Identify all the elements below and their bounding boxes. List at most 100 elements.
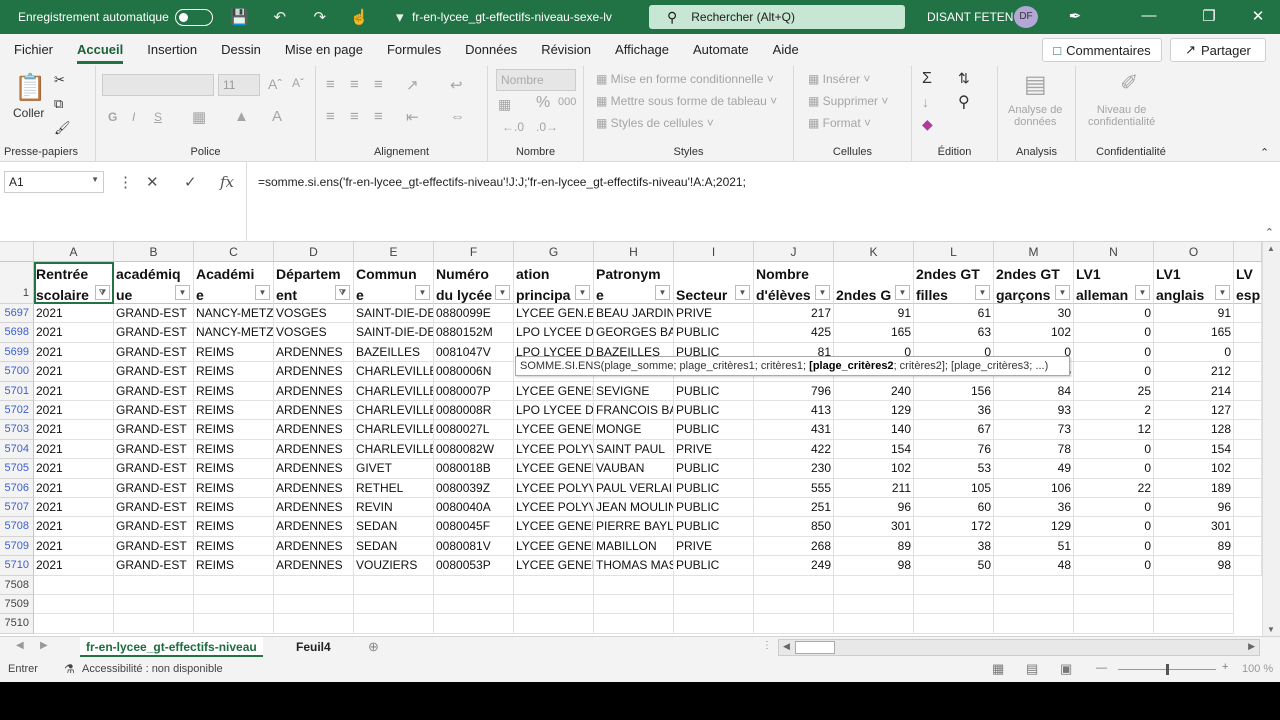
cell-l[interactable]: 172 (914, 517, 994, 537)
sensitivity-icon[interactable]: ✐ (1120, 70, 1138, 96)
cell-l[interactable]: 53 (914, 459, 994, 479)
cell-i[interactable]: PUBLIC (674, 478, 754, 498)
cell-n[interactable]: 12 (1074, 420, 1154, 440)
header-cell-h[interactable]: Patronym e ▼ (594, 262, 674, 304)
empty-cell[interactable] (354, 595, 434, 615)
cell-a[interactable]: 2021 (34, 459, 114, 479)
cell-b[interactable]: GRAND-EST (114, 323, 194, 343)
row-header[interactable]: 5709 (0, 536, 34, 557)
empty-cell[interactable] (674, 595, 754, 615)
cell-l[interactable]: 36 (914, 401, 994, 421)
cell-b[interactable]: GRAND-EST (114, 536, 194, 557)
cell-f[interactable]: 0080006N (434, 362, 514, 382)
cell-b[interactable]: GRAND-EST (114, 342, 194, 363)
empty-cell[interactable] (834, 595, 914, 615)
tab-insertion[interactable]: Insertion (135, 34, 209, 66)
header-cell-c[interactable]: Académi e ▼ (194, 262, 274, 304)
empty-cell[interactable] (674, 575, 754, 595)
page-layout-icon[interactable]: ▤ (1026, 661, 1038, 677)
cell-o[interactable]: 98 (1154, 556, 1234, 576)
cell-c[interactable]: REIMS (194, 459, 274, 479)
cell-a[interactable]: 2021 (34, 517, 114, 537)
cell-c[interactable]: REIMS (194, 342, 274, 363)
empty-cell[interactable] (594, 595, 674, 615)
cell-partial[interactable] (1234, 556, 1262, 576)
cell-partial[interactable] (1234, 401, 1262, 421)
empty-cell[interactable] (114, 614, 194, 634)
save-icon[interactable]: 💾 (227, 8, 253, 26)
cell-f[interactable]: 0080039Z (434, 478, 514, 498)
column-header-e[interactable]: E (354, 242, 434, 262)
empty-cell[interactable] (434, 595, 514, 615)
tab-affichage[interactable]: Affichage (603, 34, 681, 66)
empty-cell[interactable] (34, 614, 114, 634)
header-cell-m[interactable]: 2ndes GT garçons ▼ (994, 262, 1074, 304)
column-header-k[interactable]: K (834, 242, 914, 262)
empty-cell[interactable] (514, 595, 594, 615)
row-header[interactable]: 7509 (0, 595, 34, 615)
document-title[interactable]: fr-en-lycee_gt-effectifs-niveau-sexe-lv (412, 10, 612, 24)
empty-cell[interactable] (114, 575, 194, 595)
next-sheet-icon[interactable]: ▶ (40, 640, 48, 651)
cell-l[interactable]: 156 (914, 381, 994, 401)
cell-c[interactable]: REIMS (194, 556, 274, 576)
filter-dropdown-icon[interactable]: ▼ (1215, 285, 1230, 300)
cell-l[interactable]: 67 (914, 420, 994, 440)
cell-j[interactable]: 217 (754, 304, 834, 324)
cell-f[interactable]: 0080082W (434, 439, 514, 460)
cell-a[interactable]: 2021 (34, 439, 114, 460)
font-color-icon[interactable]: A (272, 108, 282, 125)
borders-icon[interactable]: ▦ (192, 108, 206, 126)
prev-sheet-icon[interactable]: ◀ (16, 640, 24, 651)
fill-color-icon[interactable]: ▲ (234, 108, 249, 125)
cell-b[interactable]: GRAND-EST (114, 517, 194, 537)
tab-options-icon[interactable]: ⋮ (762, 640, 772, 651)
cell-partial[interactable] (1234, 420, 1262, 440)
thousands-button[interactable]: 000 (558, 96, 576, 108)
cell-b[interactable]: GRAND-EST (114, 498, 194, 518)
column-header-c[interactable]: C (194, 242, 274, 262)
tab-aide[interactable]: Aide (761, 34, 811, 66)
cell-l[interactable]: 76 (914, 439, 994, 460)
cell-a[interactable]: 2021 (34, 362, 114, 382)
cell-b[interactable]: GRAND-EST (114, 459, 194, 479)
cell-l[interactable]: 105 (914, 478, 994, 498)
active-cell-a1[interactable] (34, 262, 114, 304)
column-header-b[interactable]: B (114, 242, 194, 262)
header-cell-j[interactable]: Nombre d'élèves ▼ (754, 262, 834, 304)
cell-c[interactable]: REIMS (194, 362, 274, 382)
column-header-i[interactable]: I (674, 242, 754, 262)
cell-c[interactable]: REIMS (194, 498, 274, 518)
header-cell-b[interactable]: académiq ue ▼ (114, 262, 194, 304)
cell-k[interactable]: 211 (834, 478, 914, 498)
cell-e[interactable]: CHARLEVILLE-MEZIERES (354, 381, 434, 401)
avatar[interactable]: DF (1014, 6, 1038, 28)
empty-cell[interactable] (1154, 614, 1234, 634)
empty-cell[interactable] (514, 575, 594, 595)
cell-f[interactable]: 0080053P (434, 556, 514, 576)
cell-b[interactable]: GRAND-EST (114, 478, 194, 498)
filter-dropdown-icon[interactable]: ▼ (735, 285, 750, 300)
cell-m[interactable]: 30 (994, 304, 1074, 324)
tab-donnees[interactable]: Données (453, 34, 529, 66)
merge-icon[interactable]: ⇔ (450, 108, 465, 125)
cell-k[interactable]: 89 (834, 536, 914, 557)
cell-m[interactable]: 106 (994, 478, 1074, 498)
grow-font-icon[interactable]: Aˆ (268, 76, 282, 92)
zoom-in-icon[interactable]: + (1222, 661, 1228, 673)
cell-d[interactable]: ARDENNES (274, 498, 354, 518)
active-filter-icon[interactable]: ⧩ (335, 285, 350, 300)
zoom-level[interactable]: 100 % (1242, 663, 1273, 675)
format-painter-icon[interactable]: 🖌 (54, 120, 71, 136)
cell-m[interactable]: 49 (994, 459, 1074, 479)
cell-d[interactable]: ARDENNES (274, 420, 354, 440)
cell-a[interactable]: 2021 (34, 478, 114, 498)
cell-partial[interactable] (1234, 459, 1262, 479)
cell-a[interactable]: 2021 (34, 536, 114, 557)
column-header-l[interactable]: L (914, 242, 994, 262)
column-header-o[interactable]: O (1154, 242, 1234, 262)
cell-d[interactable]: ARDENNES (274, 362, 354, 382)
shrink-font-icon[interactable]: Aˇ (292, 76, 304, 90)
cell-m[interactable]: 48 (994, 556, 1074, 576)
cell-partial[interactable] (1234, 478, 1262, 498)
